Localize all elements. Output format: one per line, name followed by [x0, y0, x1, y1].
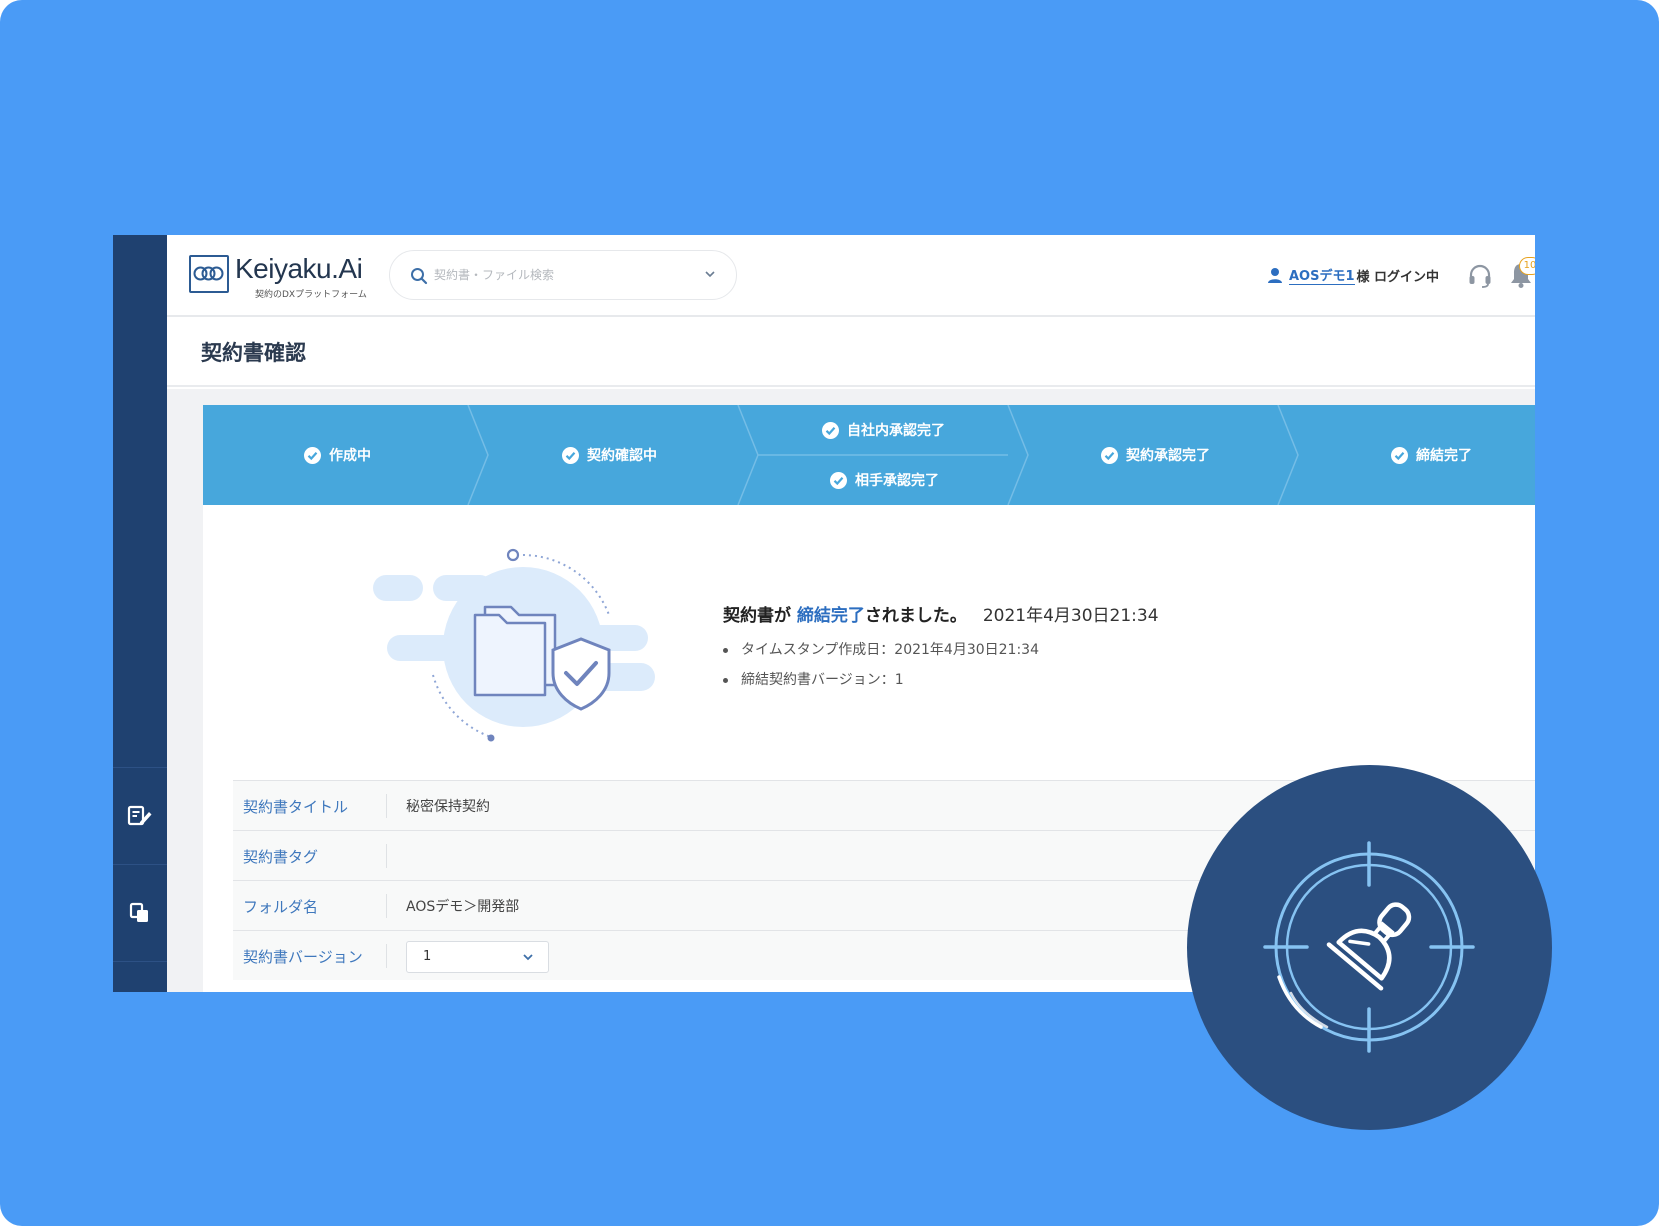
row-label: フォルダ名	[243, 898, 319, 916]
step-contract-approved: 契約承認完了	[1101, 445, 1210, 465]
completion-details: タイムスタンプ作成日：2021年4月30日21:34 締結契約書バージョン：1	[723, 635, 1039, 695]
check-circle-icon	[304, 446, 321, 464]
check-circle-icon	[830, 471, 847, 489]
copy-documents-icon	[129, 902, 148, 922]
row-divider	[386, 894, 387, 918]
step-internal-approved: 自社内承認完了	[822, 420, 945, 440]
row-value: 秘密保持契約	[406, 799, 490, 815]
notification-count-badge: 10	[1519, 257, 1535, 275]
row-divider	[386, 844, 387, 868]
version-detail: 締結契約書バージョン：1	[723, 665, 1039, 695]
status-steps-bar: 作成中 契約確認中 自社内承認完了 相手承認完了 契約承認完了 締結完了	[203, 405, 1535, 505]
completion-datetime: 2021年4月30日21:34	[982, 606, 1159, 626]
search-box[interactable]	[389, 250, 737, 300]
row-divider	[386, 794, 387, 818]
edit-document-icon	[127, 805, 152, 826]
search-icon	[411, 268, 428, 285]
brand-name: Keiyaku.Ai	[235, 253, 363, 284]
user-icon	[1268, 267, 1282, 283]
search-input[interactable]	[434, 264, 684, 286]
version-select-value: 1	[423, 949, 432, 964]
brand-subtitle: 契約のDXプラットフォーム	[255, 290, 367, 300]
row-label: 契約書バージョン	[243, 948, 363, 966]
headset-icon[interactable]	[1467, 263, 1493, 289]
step-label: 契約承認完了	[1126, 448, 1210, 464]
top-header: Keiyaku.Ai 契約のDXプラットフォーム AOSデモ1 様 ログイ	[167, 235, 1535, 317]
rings-logo-icon	[193, 266, 224, 281]
login-status-text: 様 ログイン中	[1356, 269, 1440, 285]
user-status: AOSデモ1 様 ログイン中	[1267, 265, 1439, 285]
step-label: 契約確認中	[587, 448, 657, 464]
version-select[interactable]: 1	[406, 941, 549, 973]
chevron-down-icon[interactable]	[704, 270, 716, 278]
rail-edit-button[interactable]	[113, 768, 167, 864]
page-title-bar: 契約書確認	[167, 319, 1535, 387]
row-label: 契約書タグ	[243, 848, 319, 866]
step-label: 自社内承認完了	[847, 423, 945, 439]
brand-logo[interactable]	[189, 255, 229, 293]
rail-copy-button[interactable]	[113, 865, 167, 961]
chevron-down-icon	[523, 954, 533, 961]
rail-divider	[113, 961, 167, 962]
user-name-link[interactable]: AOSデモ1	[1289, 265, 1355, 285]
step-label: 作成中	[329, 448, 371, 464]
feature-badge	[1187, 765, 1552, 1130]
side-rail	[113, 235, 167, 992]
check-circle-icon	[822, 421, 839, 439]
step-label: 締結完了	[1416, 448, 1472, 464]
timestamp-detail: タイムスタンプ作成日：2021年4月30日21:34	[723, 635, 1039, 665]
message-suffix: されました。	[864, 606, 967, 626]
message-prefix: 契約書が	[723, 606, 791, 626]
step-drafting: 作成中	[304, 445, 371, 465]
stamp-target-icon	[1263, 841, 1475, 1053]
row-divider	[386, 944, 387, 968]
check-circle-icon	[1101, 446, 1118, 464]
background-canvas: Keiyaku.Ai 契約のDXプラットフォーム AOSデモ1 様 ログイ	[0, 0, 1659, 1226]
page-title: 契約書確認	[201, 341, 306, 365]
step-counterparty-approved: 相手承認完了	[830, 470, 939, 490]
row-label: 契約書タイトル	[243, 798, 349, 816]
folder-shield-illustration	[373, 548, 655, 742]
message-highlight: 締結完了	[796, 606, 865, 626]
step-executed: 締結完了	[1391, 445, 1472, 465]
completion-message: 契約書が 締結完了されました。 2021年4月30日21:34	[723, 601, 1159, 626]
row-value: AOSデモ＞開発部	[406, 899, 520, 915]
step-reviewing: 契約確認中	[562, 445, 657, 465]
check-circle-icon	[1391, 446, 1408, 464]
check-circle-icon	[562, 446, 579, 464]
step-label: 相手承認完了	[855, 473, 939, 489]
